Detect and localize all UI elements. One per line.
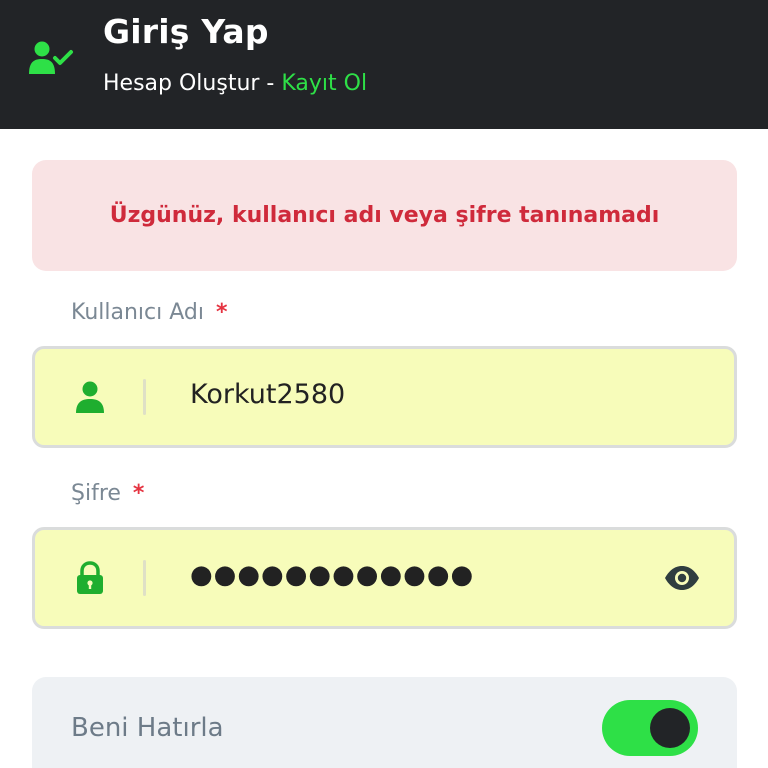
eye-icon[interactable] (663, 561, 701, 595)
user-check-icon (29, 40, 75, 76)
register-link[interactable]: Kayıt Ol (281, 71, 367, 96)
password-input[interactable]: ●●●●●●●●●●●● (190, 560, 474, 590)
username-field[interactable]: Korkut2580 (32, 346, 737, 448)
remember-me-toggle[interactable] (602, 700, 698, 756)
error-alert: Üzgünüz, kullanıcı adı veya şifre tanına… (32, 160, 737, 271)
create-account-line: Hesap Oluştur - Kayıt Ol (103, 71, 367, 96)
page-title: Giriş Yap (103, 12, 269, 51)
lock-icon (73, 561, 107, 595)
username-label: Kullanıcı Adı * (71, 300, 228, 325)
remember-me-label: Beni Hatırla (71, 713, 224, 743)
username-input[interactable]: Korkut2580 (190, 379, 345, 410)
username-label-text: Kullanıcı Adı (71, 300, 204, 325)
password-label: Şifre * (71, 481, 144, 506)
required-mark: * (215, 300, 228, 325)
app-header: Giriş Yap Hesap Oluştur - Kayıt Ol (0, 0, 768, 129)
password-label-text: Şifre (71, 481, 121, 506)
password-field[interactable]: ●●●●●●●●●●●● (32, 527, 737, 629)
field-divider (143, 560, 146, 596)
error-message: Üzgünüz, kullanıcı adı veya şifre tanına… (109, 203, 660, 228)
create-account-text: Hesap Oluştur - (103, 71, 282, 96)
required-mark: * (132, 481, 145, 506)
field-divider (143, 379, 146, 415)
remember-me-row: Beni Hatırla (32, 677, 737, 768)
toggle-knob (650, 708, 690, 748)
user-icon (73, 380, 107, 414)
